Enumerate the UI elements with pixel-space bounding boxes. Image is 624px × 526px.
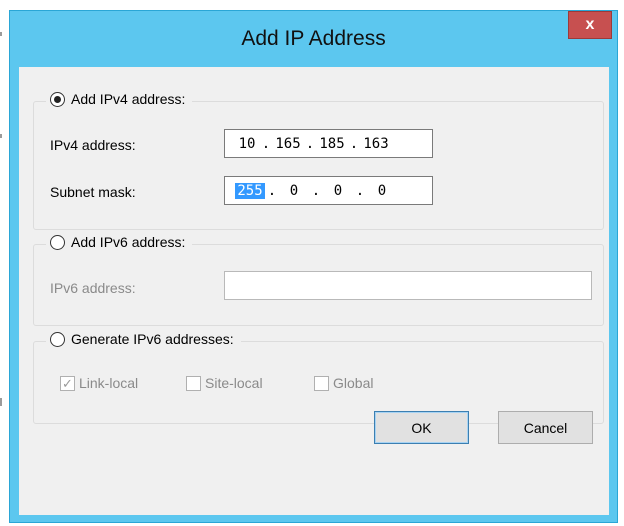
- subnet-mask-label: Subnet mask:: [50, 184, 136, 200]
- global-label: Global: [333, 375, 374, 391]
- ipv6-radio-option[interactable]: Add IPv6 address:: [46, 234, 193, 250]
- ipv4-address-label: IPv4 address:: [50, 137, 136, 153]
- link-local-checkbox[interactable]: [60, 375, 75, 391]
- ipv6-radio-label: Add IPv6 address:: [71, 234, 186, 250]
- octet-separator: .: [267, 182, 277, 199]
- subnet-octet-1-selected: 255: [235, 182, 265, 199]
- cancel-button[interactable]: Cancel: [498, 411, 593, 444]
- octet-separator: .: [355, 182, 365, 199]
- ipv6-address-label: IPv6 address:: [50, 280, 136, 296]
- site-local-label: Site-local: [205, 375, 263, 391]
- global-checkbox-option[interactable]: Global: [314, 375, 373, 391]
- site-local-checkbox[interactable]: [186, 375, 201, 391]
- octet-separator: .: [261, 135, 271, 152]
- ipv4-group: Add IPv4 address:: [33, 91, 604, 230]
- background-edge-mark: [0, 398, 2, 406]
- ipv4-radio-label: Add IPv4 address:: [71, 91, 186, 107]
- ipv4-address-input[interactable]: 10 . 165 . 185 . 163: [224, 129, 433, 158]
- ok-button[interactable]: OK: [374, 411, 469, 444]
- ipv4-octet-1: 10: [238, 135, 256, 152]
- dialog-client-area: Add IPv4 address: IPv4 address: 10 . 165…: [19, 67, 609, 515]
- ipv6-address-input[interactable]: [224, 271, 592, 300]
- background-edge-mark: [0, 32, 2, 36]
- generate-radio[interactable]: [50, 331, 65, 347]
- link-local-checkbox-option[interactable]: Link-local: [60, 375, 138, 391]
- ipv6-radio[interactable]: [50, 234, 65, 250]
- subnet-octet-2: 0: [289, 182, 299, 199]
- octet-separator: .: [349, 135, 359, 152]
- ipv4-octet-4: 163: [363, 135, 389, 152]
- generate-radio-option[interactable]: Generate IPv6 addresses:: [46, 331, 241, 347]
- site-local-checkbox-option[interactable]: Site-local: [186, 375, 263, 391]
- ipv4-radio[interactable]: [50, 91, 65, 107]
- ipv4-octet-2: 165: [275, 135, 301, 152]
- link-local-label: Link-local: [79, 375, 139, 391]
- global-checkbox[interactable]: [314, 375, 329, 391]
- octet-separator: .: [311, 182, 321, 199]
- subnet-octet-4: 0: [377, 182, 387, 199]
- subnet-mask-input[interactable]: 255 . 0 . 0 . 0: [224, 176, 433, 205]
- ipv4-radio-option[interactable]: Add IPv4 address:: [46, 91, 193, 107]
- octet-separator: .: [305, 135, 315, 152]
- generate-radio-label: Generate IPv6 addresses:: [71, 331, 234, 347]
- ipv4-octet-3: 185: [319, 135, 345, 152]
- subnet-octet-3: 0: [333, 182, 343, 199]
- dialog-body: Add IPv4 address: IPv4 address: 10 . 165…: [10, 11, 619, 524]
- dialog-window: Add IP Address x Add IPv4 address: IPv4 …: [9, 10, 618, 523]
- background-edge-mark: [0, 134, 2, 138]
